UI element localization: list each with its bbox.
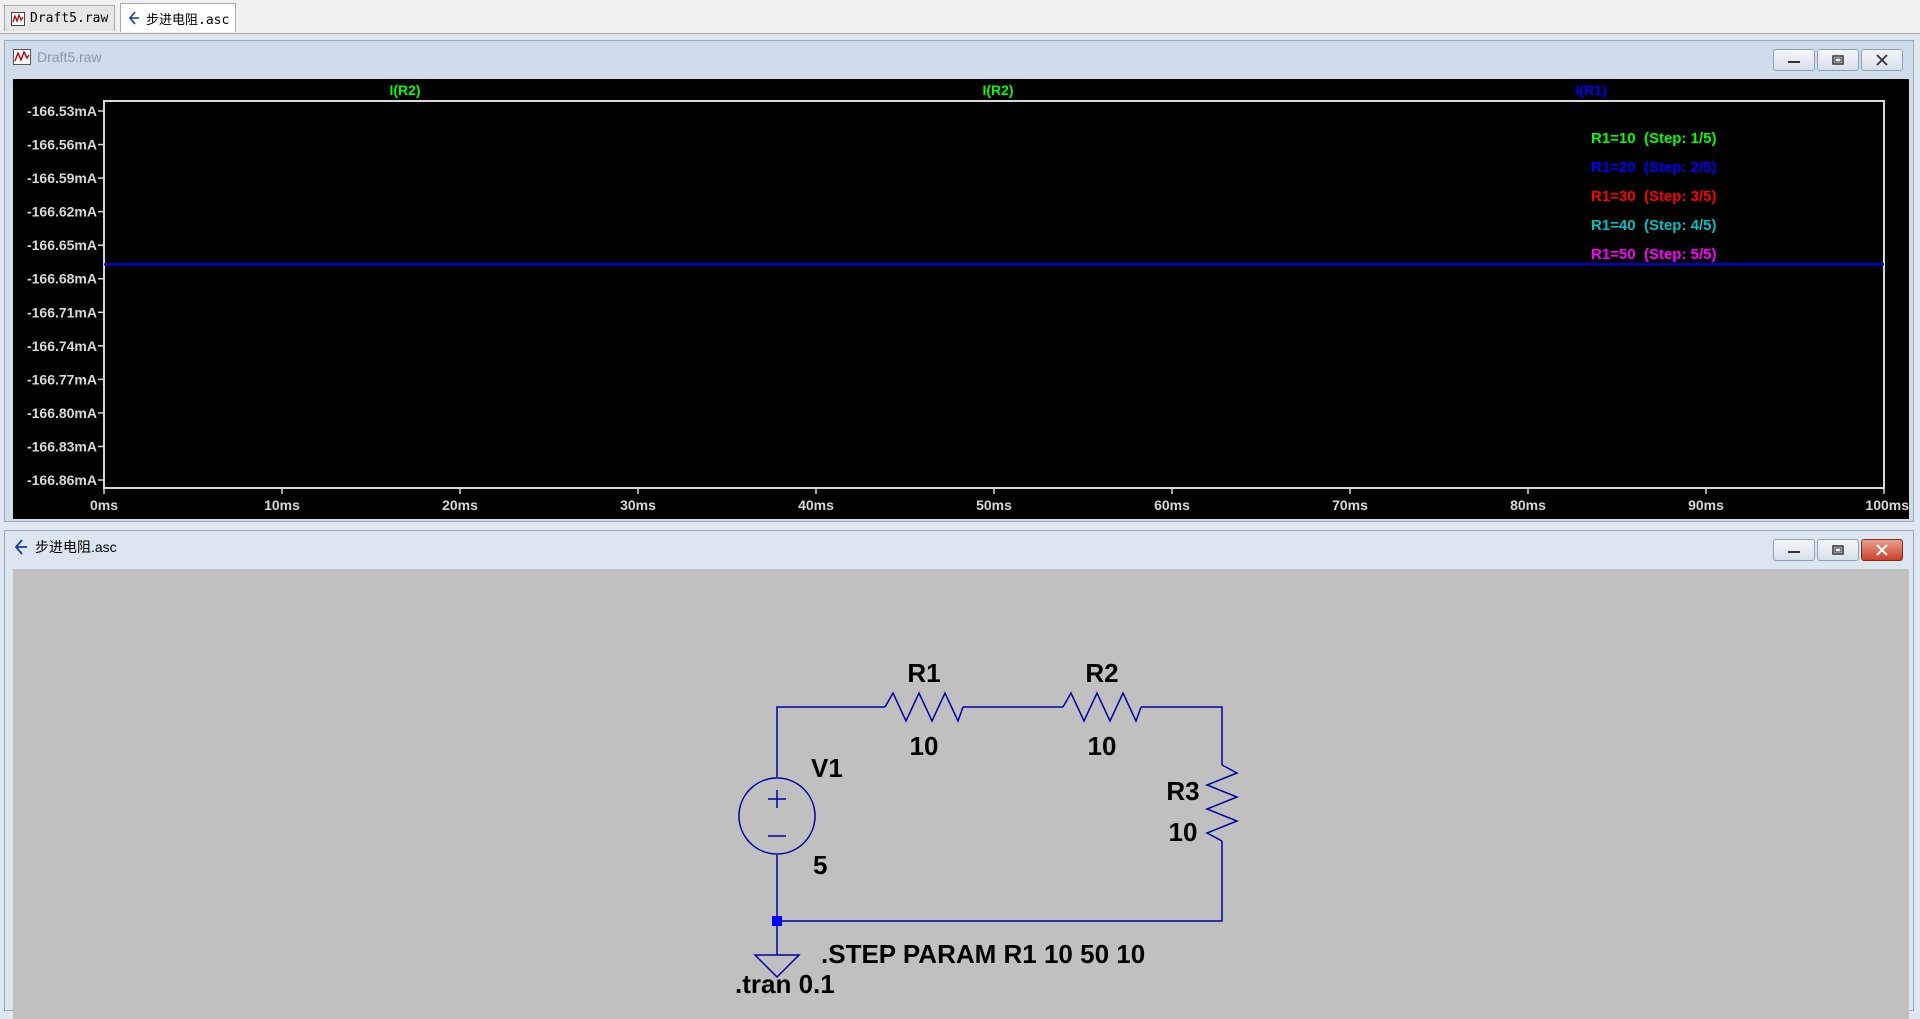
window-controls bbox=[1773, 539, 1903, 561]
x-tick-label: 70ms bbox=[1332, 497, 1368, 513]
minimize-button[interactable] bbox=[1773, 49, 1815, 71]
schematic-icon bbox=[128, 11, 139, 25]
x-tick-label: 0ms bbox=[90, 497, 118, 513]
y-tick-label: -166.62mA bbox=[27, 204, 97, 220]
restore-button[interactable] bbox=[1817, 49, 1859, 71]
r2-value-label[interactable]: 10 bbox=[1088, 731, 1117, 761]
r2-name-label[interactable]: R2 bbox=[1085, 658, 1118, 688]
schematic-canvas[interactable]: R1 10 R2 10 R3 10 V1 5 .STEP PARAM R1 10… bbox=[13, 569, 1909, 1019]
circuit-diagram[interactable]: R1 10 R2 10 R3 10 V1 5 .STEP PARAM R1 10… bbox=[13, 569, 1909, 1009]
y-tick-label: -166.83mA bbox=[27, 438, 97, 454]
y-tick-label: -166.71mA bbox=[27, 304, 97, 320]
waveform-icon bbox=[13, 49, 31, 65]
window-controls bbox=[1773, 49, 1903, 71]
x-tick-label: 100ms bbox=[1865, 497, 1909, 513]
plus-sign bbox=[768, 790, 786, 808]
step-legend-entry: R1=10 (Step: 1/5) bbox=[1591, 130, 1716, 147]
schematic-icon bbox=[14, 539, 27, 555]
junction-node[interactable] bbox=[772, 916, 782, 926]
y-tick-label: -166.77mA bbox=[27, 371, 97, 387]
r3-value-label[interactable]: 10 bbox=[1169, 817, 1198, 847]
resistor-r1[interactable] bbox=[884, 691, 964, 723]
step-directive[interactable]: .STEP PARAM R1 10 50 10 bbox=[821, 939, 1145, 969]
x-tick-label: 20ms bbox=[442, 497, 478, 513]
minimize-icon bbox=[1788, 551, 1800, 553]
x-tick-label: 50ms bbox=[976, 497, 1012, 513]
document-tab-strip: Draft5.raw 步进电阻.asc bbox=[0, 0, 1920, 34]
step-legend-entry: R1=40 (Step: 4/5) bbox=[1591, 217, 1716, 234]
y-tick-label: -166.59mA bbox=[27, 170, 97, 186]
x-tick-label: 40ms bbox=[798, 497, 834, 513]
minimize-button[interactable] bbox=[1773, 539, 1815, 561]
resistor-r3[interactable] bbox=[1204, 764, 1240, 842]
y-tick-label: -166.56mA bbox=[27, 137, 97, 153]
waveform-plot[interactable]: I(R2) I(R2) I(R1) -166.53mA -166.56mA -166.5… bbox=[13, 79, 1909, 519]
y-tick-label: -166.68mA bbox=[27, 271, 97, 287]
waveform-window-titlebar[interactable]: Draft5.raw bbox=[5, 41, 1913, 73]
close-icon bbox=[1876, 544, 1888, 556]
x-tick-label: 90ms bbox=[1688, 497, 1724, 513]
window-title: 步进电阻.asc bbox=[35, 539, 117, 555]
schematic-window-titlebar[interactable]: 步进电阻.asc bbox=[5, 531, 1913, 563]
restore-icon bbox=[1832, 55, 1844, 65]
close-button[interactable] bbox=[1861, 49, 1903, 71]
y-tick-label: -166.65mA bbox=[27, 237, 97, 253]
x-tick-label: 30ms bbox=[620, 497, 656, 513]
close-icon bbox=[1876, 54, 1888, 66]
wire[interactable] bbox=[777, 841, 1223, 922]
tab-schematic-asc[interactable]: 步进电阻.asc bbox=[120, 3, 237, 32]
step-legend-entry: R1=20 (Step: 2/5) bbox=[1591, 159, 1716, 176]
y-tick-label: -166.80mA bbox=[27, 405, 97, 421]
waveform-icon bbox=[11, 11, 25, 26]
v1-name-label[interactable]: V1 bbox=[811, 753, 843, 783]
tab-label: Draft5.raw bbox=[30, 11, 109, 26]
step-legend-entry: R1=50 (Step: 5/5) bbox=[1591, 246, 1716, 263]
plot-pane[interactable]: I(R2) I(R2) I(R1) -166.53mA -166.56mA -166.5… bbox=[13, 79, 1909, 519]
r1-value-label[interactable]: 10 bbox=[910, 731, 939, 761]
schematic-window: 步进电阻.asc R1 10 R2 10 R3 10 V1 5 .STEP PA… bbox=[4, 530, 1914, 1019]
tran-directive[interactable]: .tran 0.1 bbox=[735, 969, 835, 999]
trace-label[interactable]: I(R2) bbox=[389, 82, 420, 98]
restore-button[interactable] bbox=[1817, 539, 1859, 561]
tab-label: 步进电阻.asc bbox=[146, 12, 230, 28]
v1-value-label[interactable]: 5 bbox=[813, 850, 827, 880]
trace-label[interactable]: I(R1) bbox=[1575, 82, 1606, 98]
step-legend-entry: R1=30 (Step: 3/5) bbox=[1591, 188, 1716, 205]
x-tick-label: 80ms bbox=[1510, 497, 1546, 513]
close-button[interactable] bbox=[1861, 539, 1903, 561]
y-tick-label: -166.74mA bbox=[27, 338, 97, 354]
tab-draft5-raw[interactable]: Draft5.raw bbox=[4, 5, 116, 31]
restore-icon bbox=[1832, 545, 1844, 555]
y-tick-label: -166.86mA bbox=[27, 472, 97, 488]
resistor-r2[interactable] bbox=[1062, 691, 1142, 723]
wire[interactable] bbox=[1141, 706, 1223, 765]
minimize-icon bbox=[1788, 61, 1800, 63]
window-title: Draft5.raw bbox=[37, 49, 102, 65]
r3-name-label[interactable]: R3 bbox=[1166, 776, 1199, 806]
waveform-window: Draft5.raw I(R2) I(R2) I(R1) -166.53mA -166… bbox=[4, 40, 1914, 522]
x-tick-label: 60ms bbox=[1154, 497, 1190, 513]
r1-name-label[interactable]: R1 bbox=[907, 658, 940, 688]
trace-label[interactable]: I(R2) bbox=[982, 82, 1013, 98]
y-tick-label: -166.53mA bbox=[27, 103, 97, 119]
x-tick-label: 10ms bbox=[264, 497, 300, 513]
voltage-source-v1[interactable] bbox=[738, 777, 816, 855]
